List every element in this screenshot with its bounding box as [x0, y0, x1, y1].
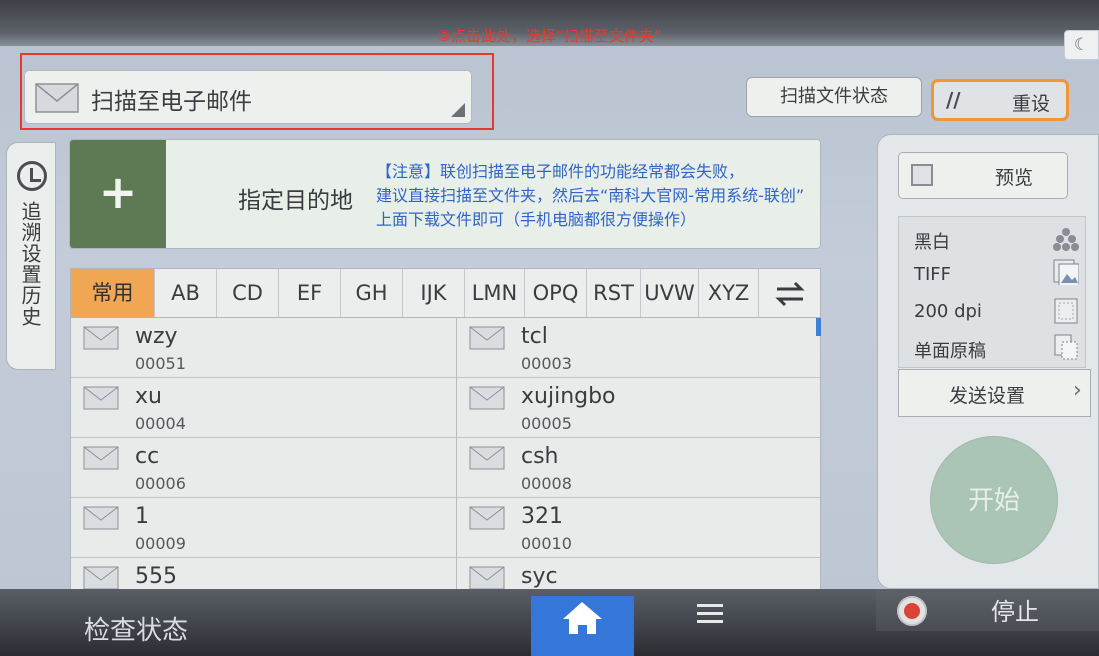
entry-number: 00005 — [521, 414, 572, 433]
preview-label: 预览 — [995, 167, 1034, 189]
list-item[interactable]: cc 00006 — [71, 438, 456, 498]
notice-line-2: 建议直接扫描至文件夹，然后去“南科大官网-常用系统-联创” — [376, 186, 805, 205]
list-item[interactable]: xujingbo 00005 — [457, 378, 820, 438]
reset-button[interactable]: // 重设 — [931, 79, 1069, 121]
tab-frequent[interactable]: 常用 — [71, 269, 155, 317]
envelope-icon — [83, 446, 119, 470]
send-settings-label: 发送设置 — [949, 385, 1026, 407]
address-list: wzy 00051 xu 00004 cc 00006 1 00009 555 … — [70, 318, 821, 608]
entry-name: 321 — [521, 504, 563, 529]
entry-name: 555 — [135, 564, 177, 589]
envelope-icon — [469, 566, 505, 590]
list-item[interactable]: csh 00008 — [457, 438, 820, 498]
envelope-icon — [469, 386, 505, 410]
envelope-icon — [83, 566, 119, 590]
tab-uvw[interactable]: UVW — [641, 269, 699, 317]
tab-cd[interactable]: CD — [217, 269, 279, 317]
send-settings-button[interactable]: 发送设置 › — [898, 369, 1091, 417]
notice-annotation: 【注意】联创扫描至电子邮件的功能经常都会失败， 建议直接扫描至文件夹，然后去“南… — [376, 160, 936, 232]
entry-name: tcl — [521, 324, 548, 349]
scan-file-status-label: 扫描文件状态 — [780, 86, 888, 107]
entry-number: 00051 — [135, 354, 186, 373]
list-item[interactable]: tcl 00003 — [457, 318, 820, 378]
check-status-button[interactable]: 检查状态 — [84, 610, 188, 647]
stop-label[interactable]: 停止 — [991, 592, 1039, 627]
entry-name: wzy — [135, 324, 178, 349]
envelope-icon — [83, 386, 119, 410]
scan-file-status-button[interactable]: 扫描文件状态 — [746, 77, 922, 117]
entry-name: cc — [135, 444, 160, 469]
entry-name: csh — [521, 444, 559, 469]
tab-gh[interactable]: GH — [341, 269, 403, 317]
moon-icon: ☾ — [1073, 35, 1090, 55]
list-item[interactable]: 321 00010 — [457, 498, 820, 558]
menu-button[interactable] — [697, 602, 723, 626]
resolution-icon — [1054, 298, 1078, 324]
list-scrollbar[interactable] — [816, 318, 821, 336]
home-button[interactable] — [531, 596, 634, 656]
address-index-tabs: 常用 AB CD EF GH IJK LMN OPQ RST UVW XYZ — [70, 268, 821, 318]
add-destination-area[interactable]: + — [70, 140, 166, 248]
file-type-icon — [1053, 259, 1079, 285]
one-sided-icon — [1054, 334, 1078, 360]
tab-xyz[interactable]: XYZ — [699, 269, 759, 317]
color-mode-value: 黑白 — [914, 232, 950, 253]
preview-checkbox[interactable] — [911, 164, 933, 186]
original-sides-value: 单面原稿 — [914, 341, 986, 362]
color-mode-icon — [1053, 228, 1079, 251]
list-item[interactable]: xu 00004 — [71, 378, 456, 438]
instruction-annotation: ③点击此处，选择“扫描至文件夹” — [437, 27, 662, 45]
tab-opq[interactable]: OPQ — [525, 269, 587, 317]
settings-history-label: 追溯设置历史 — [18, 201, 42, 327]
notice-line-3: 上面下载文件即可（手机电脑都很方便操作） — [376, 210, 697, 229]
chevron-right-icon: › — [1073, 378, 1082, 403]
file-type-value: TIFF — [914, 264, 952, 285]
stop-icon — [897, 596, 927, 626]
resolution-value: 200 dpi — [914, 301, 982, 322]
energy-saver-button[interactable]: ☾ — [1064, 30, 1099, 60]
entry-number: 00010 — [521, 534, 572, 553]
specify-destination-label: 指定目的地 — [238, 188, 353, 214]
tab-lmn[interactable]: LMN — [465, 269, 525, 317]
envelope-icon — [83, 326, 119, 350]
envelope-icon — [469, 506, 505, 530]
list-item[interactable]: wzy 00051 — [71, 318, 456, 378]
tab-ab[interactable]: AB — [155, 269, 217, 317]
entry-name: syc — [521, 564, 558, 589]
start-button[interactable]: 开始 — [930, 436, 1058, 564]
start-label: 开始 — [967, 486, 1020, 516]
highlight-annotation-frame — [20, 53, 494, 130]
entry-name: xujingbo — [521, 384, 616, 409]
preview-toggle[interactable]: 预览 — [898, 152, 1068, 199]
settings-history-tab[interactable]: 追溯设置历史 — [6, 142, 56, 370]
tab-ijk[interactable]: IJK — [403, 269, 465, 317]
swap-view-button[interactable] — [759, 269, 820, 317]
printer-screen: ③点击此处，选择“扫描至文件夹” ☾ 扫描至电子邮件 扫描文件状态 // 重设 … — [0, 0, 1099, 656]
envelope-icon — [83, 506, 119, 530]
entry-number: 00003 — [521, 354, 572, 373]
home-icon — [563, 602, 602, 634]
envelope-icon — [469, 446, 505, 470]
entry-name: 1 — [135, 504, 149, 529]
entry-number: 00009 — [135, 534, 186, 553]
plus-icon: + — [98, 165, 138, 219]
notice-line-1: 【注意】联创扫描至电子邮件的功能经常都会失败， — [376, 162, 745, 181]
swap-icon — [774, 281, 805, 307]
reset-icon: // — [946, 88, 961, 112]
reset-label: 重设 — [1012, 93, 1051, 115]
envelope-icon — [469, 326, 505, 350]
clock-icon — [17, 161, 47, 191]
entry-name: xu — [135, 384, 162, 409]
entry-number: 00004 — [135, 414, 186, 433]
list-item[interactable]: 1 00009 — [71, 498, 456, 558]
tab-ef[interactable]: EF — [279, 269, 341, 317]
tab-rst[interactable]: RST — [587, 269, 641, 317]
entry-number: 00006 — [135, 474, 186, 493]
menu-icon — [697, 604, 723, 623]
entry-number: 00008 — [521, 474, 572, 493]
